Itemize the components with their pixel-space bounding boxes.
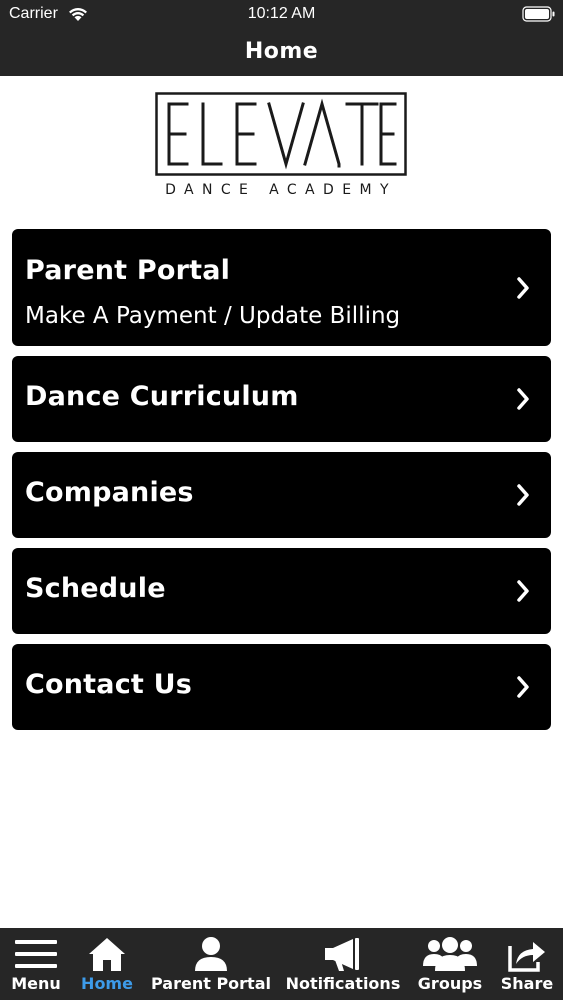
tab-menu[interactable]: Menu: [0, 928, 72, 1000]
tab-notifications[interactable]: Notifications: [283, 928, 403, 1000]
home-icon: [89, 938, 125, 971]
tab-label: Share: [500, 974, 554, 993]
menu-item-companies[interactable]: Companies: [12, 452, 551, 538]
hamburger-icon: [15, 940, 57, 968]
logo-subtitle: DANCE ACADEMY: [165, 182, 397, 198]
menu-item-label: Parent Portal: [25, 255, 231, 286]
chevron-right-icon: [517, 484, 529, 506]
status-time: 10:12 AM: [247, 5, 316, 22]
tab-label: Menu: [11, 974, 61, 993]
megaphone-icon: [325, 938, 359, 971]
menu-item-schedule[interactable]: Schedule: [12, 548, 551, 634]
nav-bar: Home: [0, 30, 563, 76]
page-title: Home: [244, 39, 319, 64]
tab-share[interactable]: Share: [496, 928, 558, 1000]
menu-item-dance-curriculum[interactable]: Dance Curriculum: [12, 356, 551, 442]
tab-parent-portal[interactable]: Parent Portal: [150, 928, 272, 1000]
home-menu-list: Parent Portal Make A Payment / Update Bi…: [12, 229, 551, 740]
person-icon: [195, 937, 227, 971]
tab-label: Groups: [417, 974, 483, 993]
menu-item-sublabel: Make A Payment / Update Billing: [25, 303, 401, 329]
menu-item-label: Contact Us: [25, 669, 193, 700]
tab-groups[interactable]: Groups: [413, 928, 487, 1000]
tab-label: Parent Portal: [151, 974, 271, 993]
logo-wordmark: [155, 92, 407, 176]
menu-item-label: Companies: [25, 477, 194, 508]
menu-item-contact-us[interactable]: Contact Us: [12, 644, 551, 730]
menu-item-label: Schedule: [25, 573, 166, 604]
chevron-right-icon: [517, 676, 529, 698]
share-icon: [508, 942, 545, 972]
elevate-logo: DANCE ACADEMY: [155, 92, 407, 204]
menu-item-parent-portal[interactable]: Parent Portal Make A Payment / Update Bi…: [12, 229, 551, 346]
status-bar: Carrier 10:12 AM: [0, 0, 563, 30]
tab-label: Notifications: [285, 974, 401, 993]
chevron-right-icon: [517, 388, 529, 410]
tab-home[interactable]: Home: [72, 928, 142, 1000]
chevron-right-icon: [517, 580, 529, 602]
tab-label: Home: [81, 974, 133, 993]
battery-icon: [522, 6, 555, 22]
menu-item-label: Dance Curriculum: [25, 381, 299, 412]
chevron-right-icon: [517, 276, 529, 299]
tab-bar: Menu Home Parent Portal Notifications Gr…: [0, 928, 563, 1000]
group-icon: [423, 937, 477, 971]
